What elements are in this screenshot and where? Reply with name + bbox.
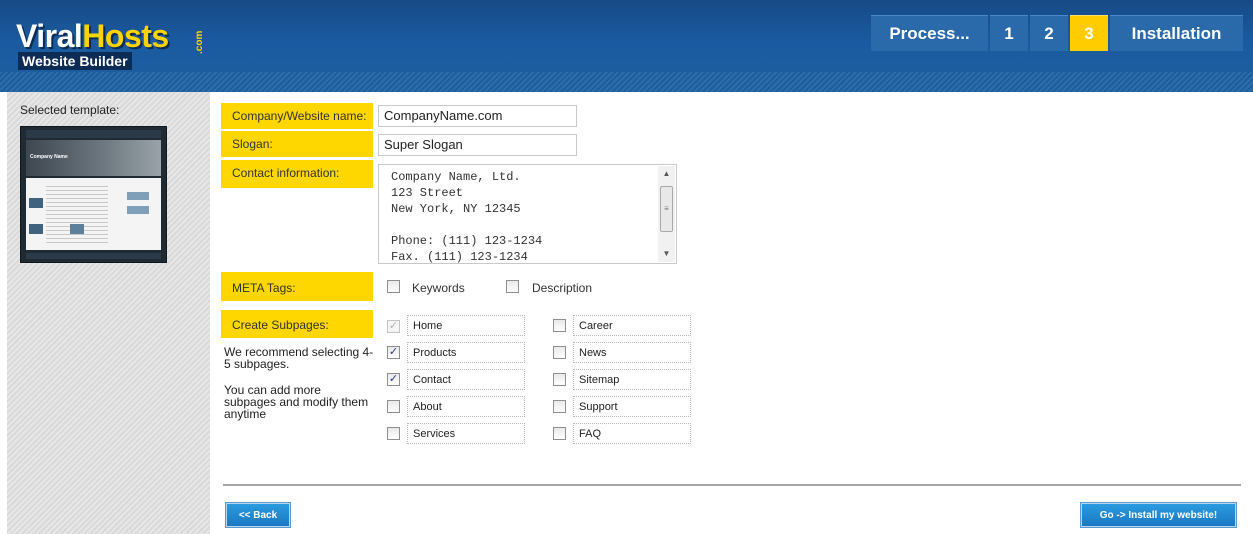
contact-line: 123 Street (391, 186, 464, 200)
contact-info-label: Contact information: (221, 160, 373, 188)
company-name-label: Company/Website name: (221, 103, 373, 129)
subpage-products-checkbox[interactable]: ✓ (387, 346, 400, 359)
subpages-modify-note: You can add more subpages and modify the… (224, 383, 369, 421)
subpage-home-checkbox: ✓ (387, 320, 400, 333)
selected-template-label: Selected template: (20, 103, 120, 117)
scroll-up-arrow-icon[interactable]: ▲ (658, 166, 675, 182)
thumb-image (127, 192, 149, 200)
sidebar: Selected template: Company Name (7, 92, 210, 534)
thumb-text-lines (46, 186, 108, 246)
thumb-banner: Company Name (26, 140, 161, 176)
meta-tags-label: META Tags: (221, 272, 373, 301)
thumb-image (127, 206, 149, 214)
company-name-input[interactable]: CompanyName.com (378, 105, 577, 127)
contact-line: New York, NY 12345 (391, 202, 521, 216)
description-checkbox[interactable] (506, 280, 519, 293)
subpages-recommendation-note: We recommend selecting 4-5 subpages. (224, 345, 374, 371)
keywords-checkbox[interactable] (387, 280, 400, 293)
thumb-footer (26, 253, 161, 259)
scroll-down-arrow-icon[interactable]: ▼ (658, 246, 675, 262)
textarea-scrollbar[interactable]: ▲ ≡ ▼ (658, 166, 675, 262)
subpage-career-field[interactable]: Career (573, 315, 691, 336)
subpage-career-checkbox[interactable] (553, 319, 566, 332)
subpage-sitemap-field[interactable]: Sitemap (573, 369, 691, 390)
keywords-label: Keywords (412, 281, 465, 295)
subpage-faq-field[interactable]: FAQ (573, 423, 691, 444)
step-2: 2 (1030, 15, 1068, 51)
back-button[interactable]: << Back (225, 502, 291, 528)
contact-line (391, 217, 542, 233)
footer-divider (223, 484, 1241, 486)
logo-subtitle: Website Builder (18, 52, 132, 70)
contact-line: Fax. (111) 123-1234 (391, 250, 528, 264)
thumb-image (29, 198, 43, 208)
subpage-faq-checkbox[interactable] (553, 427, 566, 440)
step-installation: Installation (1110, 15, 1243, 51)
description-label: Description (532, 281, 593, 295)
step-process: Process... (871, 15, 988, 51)
contact-line: Company Name, Ltd. (391, 170, 521, 184)
subpage-services-field[interactable]: Services (407, 423, 525, 444)
logo-hosts-text: Hosts (82, 18, 169, 54)
create-subpages-label: Create Subpages: (221, 310, 373, 338)
step-3-active: 3 (1070, 15, 1108, 51)
thumb-nav (26, 130, 161, 138)
header-bar: ViralHosts .com Website Builder Process.… (0, 0, 1253, 92)
logo: ViralHosts .com Website Builder (10, 18, 210, 74)
logo-viral-text: Viral (16, 18, 83, 54)
logo-suffix: .com (194, 30, 205, 54)
thumb-title: Company Name (30, 154, 68, 160)
slogan-label: Slogan: (221, 131, 373, 157)
subpage-contact-field[interactable]: Contact (407, 369, 525, 390)
subpage-about-checkbox[interactable] (387, 400, 400, 413)
subpage-news-checkbox[interactable] (553, 346, 566, 359)
scroll-thumb[interactable]: ≡ (660, 186, 673, 232)
subpage-support-checkbox[interactable] (553, 400, 566, 413)
subpage-contact-checkbox[interactable]: ✓ (387, 373, 400, 386)
install-website-button[interactable]: Go -> Install my website! (1080, 502, 1237, 528)
thumb-image (29, 224, 43, 234)
logo-wordmark: ViralHosts (16, 18, 169, 54)
step-1: 1 (990, 15, 1028, 51)
subpage-news-field[interactable]: News (573, 342, 691, 363)
thumb-image (70, 224, 84, 234)
subpage-sitemap-checkbox[interactable] (553, 373, 566, 386)
template-thumbnail[interactable]: Company Name (20, 126, 167, 263)
subpage-about-field[interactable]: About (407, 396, 525, 417)
subpage-home-field[interactable]: Home (407, 315, 525, 336)
contact-info-text: Company Name, Ltd. 123 Street New York, NY… (391, 169, 542, 265)
subpage-products-field[interactable]: Products (407, 342, 525, 363)
contact-info-textarea[interactable]: Company Name, Ltd. 123 Street New York, NY… (378, 164, 677, 264)
subpage-services-checkbox[interactable] (387, 427, 400, 440)
thumb-body (26, 178, 161, 250)
header-stripe (0, 72, 1253, 92)
subpage-support-field[interactable]: Support (573, 396, 691, 417)
slogan-input[interactable]: Super Slogan (378, 134, 577, 156)
progress-steps: Process... 1 2 3 Installation (871, 15, 1243, 51)
contact-line: Phone: (111) 123-1234 (391, 234, 543, 248)
